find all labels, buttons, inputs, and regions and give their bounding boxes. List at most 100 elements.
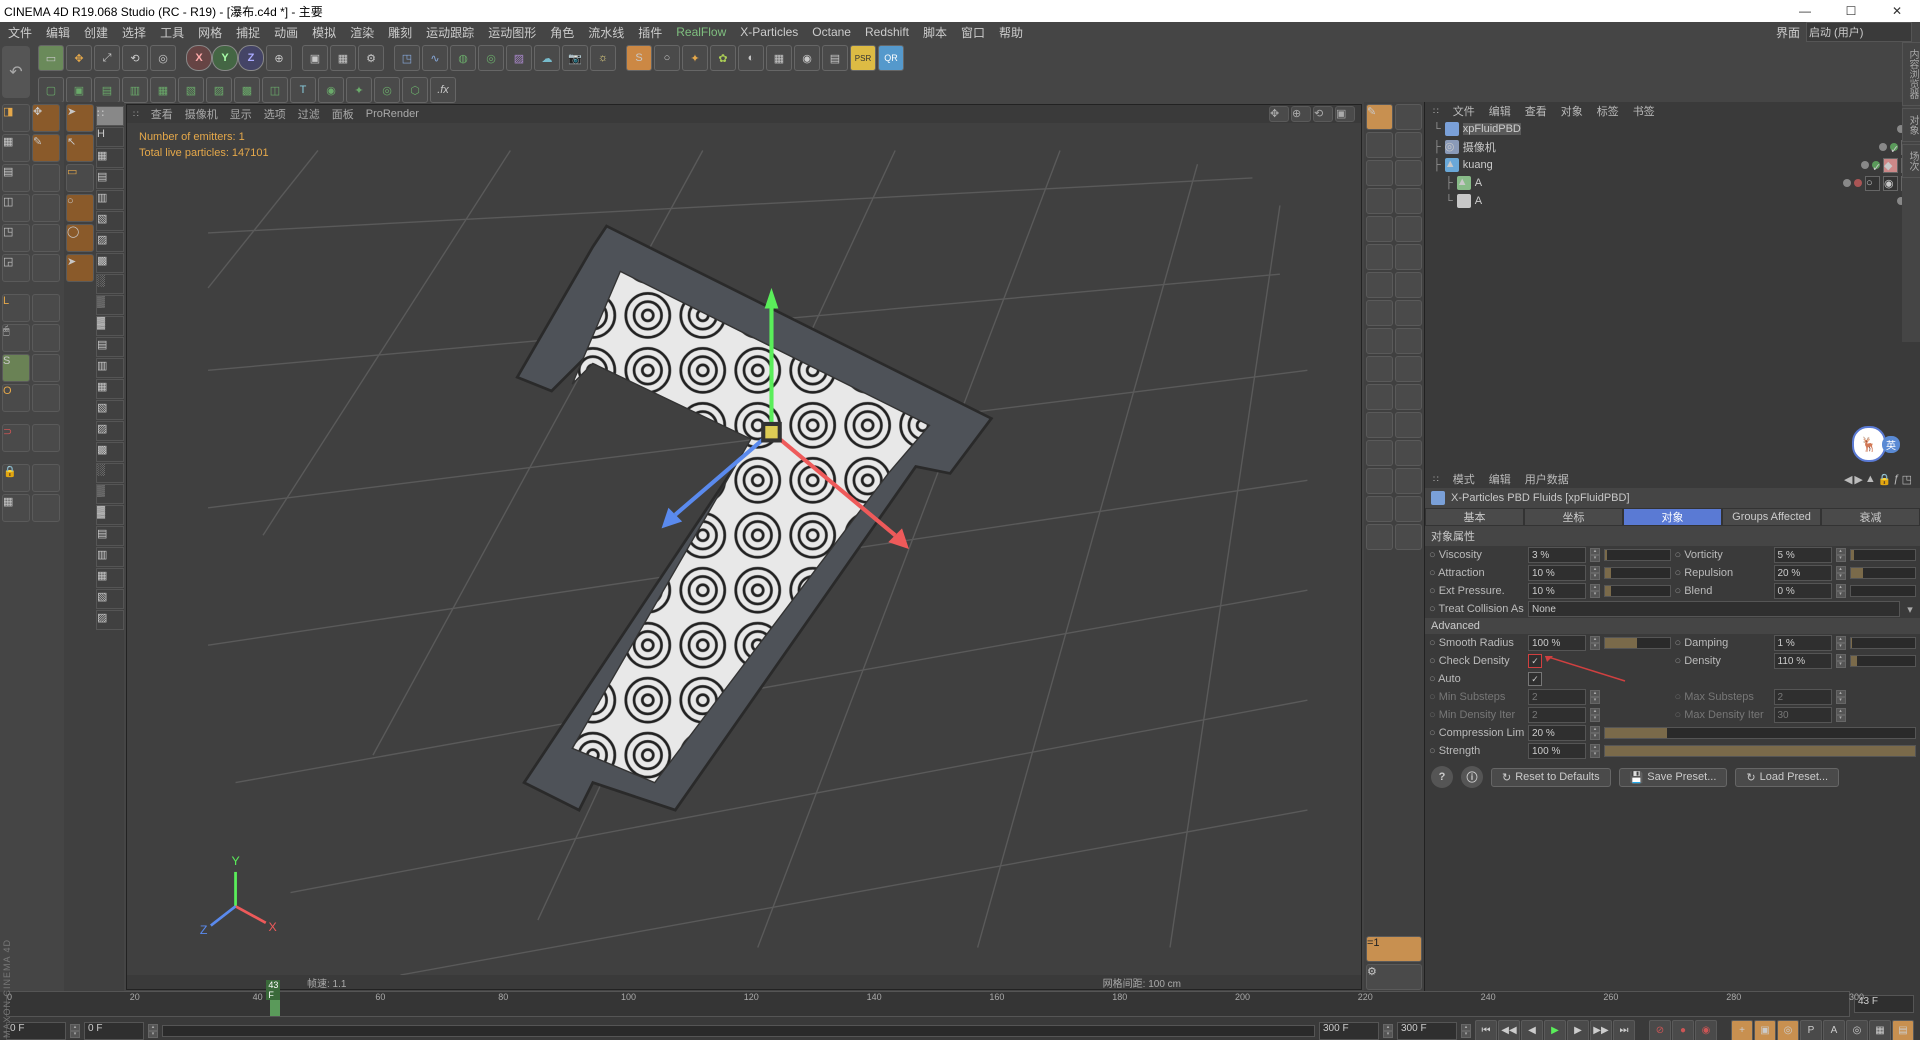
slider-damp[interactable] — [1850, 637, 1917, 649]
pal-9[interactable]: ░ — [96, 274, 124, 294]
key-mode5-icon[interactable]: ▦ — [1869, 1020, 1891, 1040]
window-min-button[interactable]: — — [1782, 0, 1828, 22]
menu-redshift[interactable]: Redshift — [865, 25, 909, 39]
camera-icon[interactable]: 📷 — [562, 45, 588, 71]
pal-20[interactable]: ▓ — [96, 505, 124, 525]
light-icon[interactable]: ☼ — [590, 45, 616, 71]
generator-icon[interactable]: ◍ — [450, 45, 476, 71]
rv3a-icon[interactable] — [1366, 160, 1393, 186]
le-cursor-icon[interactable]: ↖ — [66, 134, 94, 162]
slider-smooth[interactable] — [1604, 637, 1671, 649]
rv14b-icon[interactable] — [1395, 468, 1422, 494]
pal-5[interactable]: ▥ — [96, 190, 124, 210]
lt-10-icon[interactable] — [32, 254, 60, 282]
rv-eq-icon[interactable]: =1 — [1366, 936, 1422, 962]
tb2-8-icon[interactable]: ▩ — [234, 77, 260, 103]
lt-8-icon[interactable] — [32, 224, 60, 252]
save-preset-button[interactable]: 💾Save Preset... — [1619, 768, 1728, 787]
lt-mouse-icon[interactable]: 🖱 — [2, 324, 30, 352]
rv9b-icon[interactable] — [1395, 328, 1422, 354]
psr-icon[interactable]: PSR — [850, 45, 876, 71]
play-first-icon[interactable]: ⏮ — [1475, 1020, 1497, 1040]
plugin3-icon[interactable]: ✦ — [682, 45, 708, 71]
tb2-6-icon[interactable]: ▧ — [178, 77, 204, 103]
spin-vorticity[interactable]: ▴▾ — [1836, 548, 1846, 562]
spin-extpressure[interactable]: ▴▾ — [1590, 584, 1600, 598]
menu-sim[interactable]: 模拟 — [312, 24, 336, 41]
tb2-2-icon[interactable]: ▣ — [66, 77, 92, 103]
attrmenu-mode[interactable]: 模式 — [1453, 471, 1475, 487]
deformer-icon[interactable]: ▨ — [506, 45, 532, 71]
slider-density[interactable] — [1850, 655, 1917, 667]
spin-tl1[interactable]: ▴▾ — [70, 1024, 80, 1038]
rv5b-icon[interactable] — [1395, 216, 1422, 242]
tb2-12-icon[interactable]: ✦ — [346, 77, 372, 103]
val-vorticity[interactable]: 5 % — [1774, 547, 1832, 563]
vp-menu-prorender[interactable]: ProRender — [366, 108, 419, 120]
menu-plugins[interactable]: 插件 — [638, 24, 662, 41]
lt-move-icon[interactable]: ✥ — [32, 104, 60, 132]
key-mode1-icon[interactable]: + — [1731, 1020, 1753, 1040]
recent-tool-icon[interactable]: ◎ — [150, 45, 176, 71]
pal-8[interactable]: ▩ — [96, 253, 124, 273]
tb2-1-icon[interactable]: ▢ — [38, 77, 64, 103]
rv1b-icon[interactable] — [1395, 104, 1422, 130]
pal-7[interactable]: ▨ — [96, 232, 124, 252]
move-tool-icon[interactable]: ✥ — [66, 45, 92, 71]
rv6b-icon[interactable] — [1395, 244, 1422, 270]
lt-3-icon[interactable]: ▤ — [2, 164, 30, 192]
tb2-11-icon[interactable]: ◉ — [318, 77, 344, 103]
pal-22[interactable]: ▥ — [96, 547, 124, 567]
val-attraction[interactable]: 10 % — [1528, 565, 1586, 581]
plugin-icon[interactable]: S — [626, 45, 652, 71]
vp-menu-panel[interactable]: 面板 — [332, 106, 354, 122]
slider-str[interactable] — [1604, 745, 1916, 757]
vp-menu-disp[interactable]: 显示 — [230, 106, 252, 122]
lt-18-icon[interactable] — [32, 384, 60, 412]
pal-17[interactable]: ▩ — [96, 442, 124, 462]
val-blend[interactable]: 0 % — [1774, 583, 1832, 599]
tree-row-xpfluid[interactable]: └ xpFluidPBD ✓ — [1425, 120, 1920, 138]
layout-dropdown[interactable] — [1806, 22, 1912, 42]
rec-nokey-icon[interactable]: ⊘ — [1649, 1020, 1671, 1040]
plugin2-icon[interactable]: ○ — [654, 45, 680, 71]
vp-nav-pan-icon[interactable]: ✥ — [1269, 106, 1289, 122]
pal-12[interactable]: ▤ — [96, 337, 124, 357]
rv7b-icon[interactable] — [1395, 272, 1422, 298]
axis-y-toggle[interactable]: Y — [212, 45, 238, 71]
play-prev-icon[interactable]: ◀ — [1521, 1020, 1543, 1040]
attr-nav-up-icon[interactable]: ▲ — [1865, 473, 1876, 486]
play-prevkey-icon[interactable]: ◀◀ — [1498, 1020, 1520, 1040]
rtab-content[interactable]: 内容浏览器 — [1902, 42, 1920, 106]
key-mode3-icon[interactable]: ◎ — [1777, 1020, 1799, 1040]
menu-sculpt[interactable]: 雕刻 — [388, 24, 412, 41]
rv10b-icon[interactable] — [1395, 356, 1422, 382]
pal-10[interactable]: ▒ — [96, 295, 124, 315]
rotate-tool-icon[interactable]: ⟲ — [122, 45, 148, 71]
timeline-end-in-field[interactable]: 300 F — [1319, 1022, 1379, 1040]
objmenu-edit[interactable]: 编辑 — [1489, 103, 1511, 119]
menu-char[interactable]: 角色 — [550, 24, 574, 41]
attr-nav-back-icon[interactable]: ◀ — [1844, 473, 1852, 486]
lt-5-icon[interactable]: ◫ — [2, 194, 30, 222]
slider-repulsion[interactable] — [1850, 567, 1917, 579]
val-extpressure[interactable]: 10 % — [1528, 583, 1586, 599]
menu-script[interactable]: 脚本 — [923, 24, 947, 41]
le-lasso-icon[interactable]: ○ — [66, 194, 94, 222]
rv8a-icon[interactable] — [1366, 300, 1393, 326]
val-smooth[interactable]: 100 % — [1528, 635, 1586, 651]
rec-key-icon[interactable]: ● — [1672, 1020, 1694, 1040]
objmenu-view[interactable]: 查看 — [1525, 103, 1547, 119]
rv13b-icon[interactable] — [1395, 440, 1422, 466]
pal-25[interactable]: ▨ — [96, 610, 124, 630]
pal-11[interactable]: ▓ — [96, 316, 124, 336]
menu-mesh[interactable]: 网格 — [198, 24, 222, 41]
vp-menu-opt[interactable]: 选项 — [264, 106, 286, 122]
lt-lock-icon[interactable]: 🔒 — [2, 464, 30, 492]
tb2-3-icon[interactable]: ▤ — [94, 77, 120, 103]
val-comp[interactable]: 20 % — [1528, 725, 1586, 741]
tb2-fx-icon[interactable]: .fx — [430, 77, 456, 103]
spin-tl2[interactable]: ▴▾ — [148, 1024, 158, 1038]
attr-new-icon[interactable]: ◳ — [1902, 473, 1912, 486]
val-density[interactable]: 110 % — [1774, 653, 1832, 669]
